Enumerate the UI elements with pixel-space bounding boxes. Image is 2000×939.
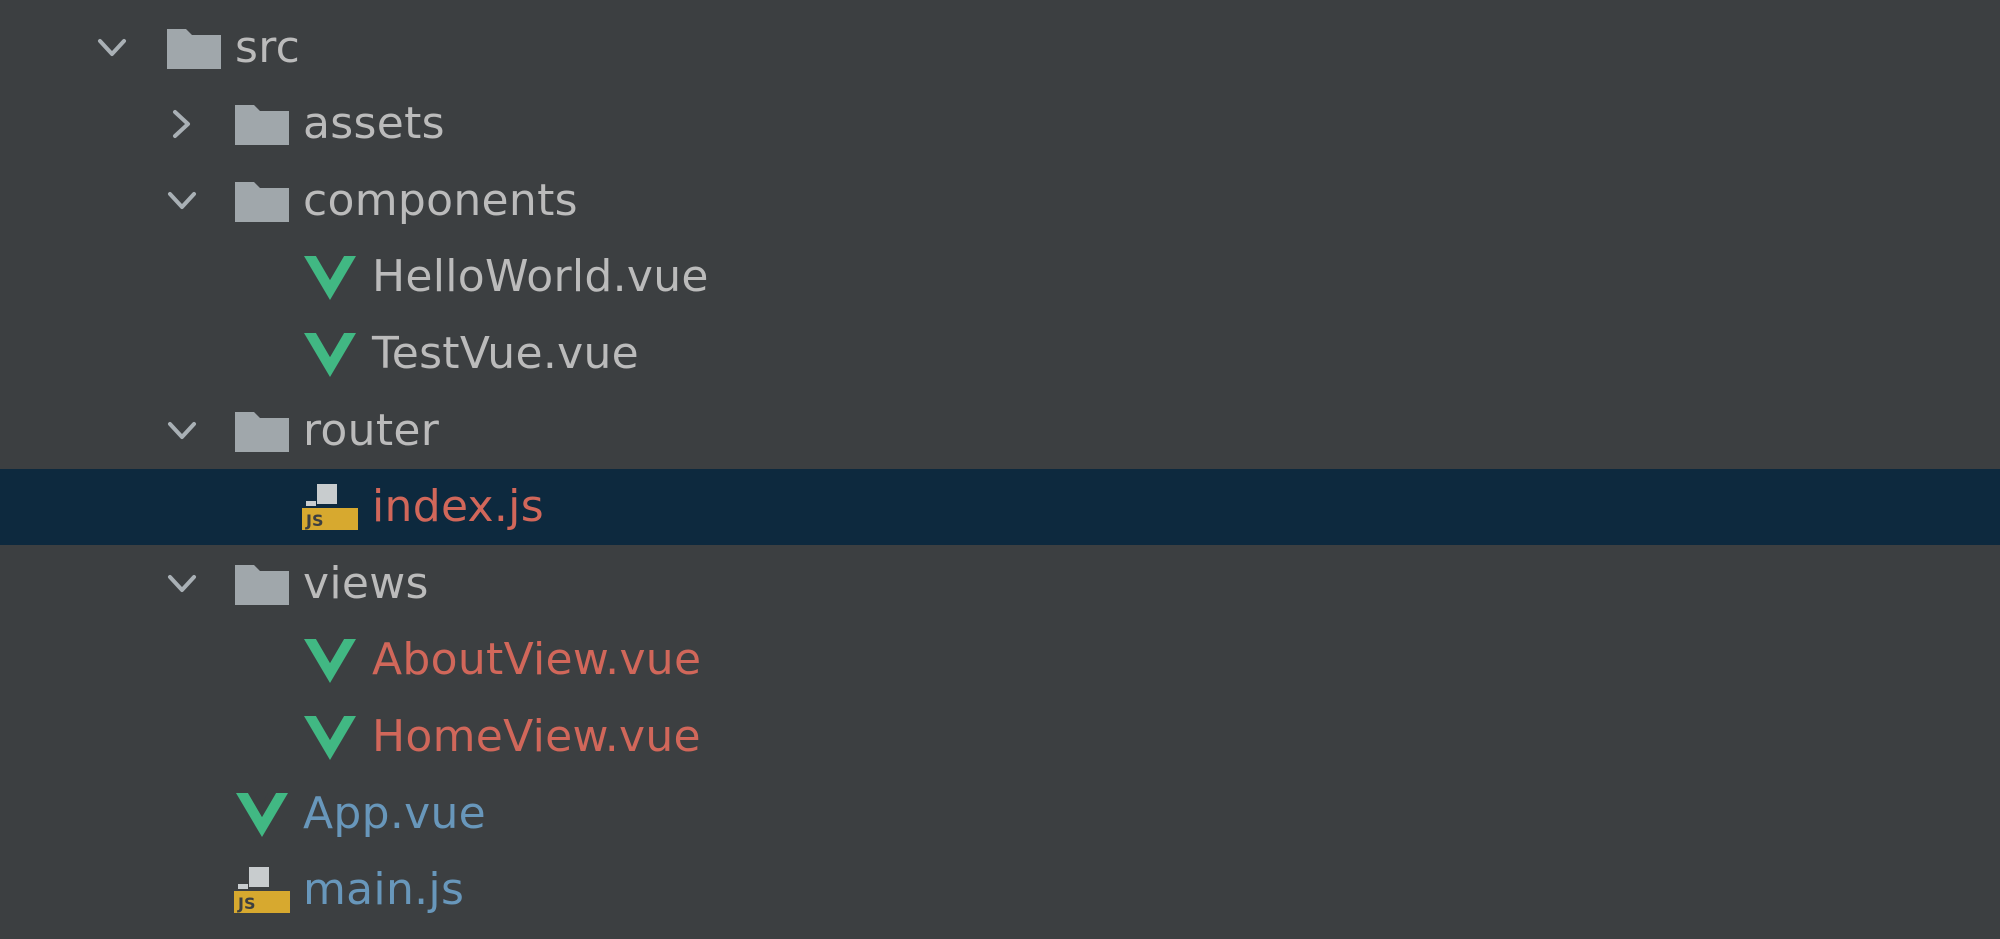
tree-row-homeview-vue[interactable]: HomeView.vue [0, 699, 2000, 775]
tree-row-label: AboutView.vue [372, 634, 702, 685]
folder-icon [235, 565, 289, 605]
svg-text:JS: JS [305, 511, 323, 530]
folder-icon [235, 182, 289, 222]
folder-icon [235, 412, 289, 452]
tree-row-label: App.vue [303, 788, 487, 839]
tree-row-label: router [303, 405, 440, 456]
tree-row-router[interactable]: router [0, 393, 2000, 469]
vue-file-icon [304, 256, 356, 300]
tree-row-label: index.js [372, 481, 544, 532]
vue-file-icon [236, 793, 288, 837]
tree-row-components[interactable]: components [0, 163, 2000, 239]
tree-row-app-vue[interactable]: App.vue [0, 776, 2000, 852]
folder-icon [167, 29, 221, 69]
vue-file-icon [304, 333, 356, 377]
tree-row-views[interactable]: views [0, 546, 2000, 622]
project-tree: src assets components HelloWorld.vue Tes… [0, 0, 2000, 939]
tree-row-label: main.js [303, 864, 465, 915]
tree-row-label: assets [303, 98, 445, 149]
tree-row-src[interactable]: src [0, 10, 2000, 86]
tree-row-aboutview-vue[interactable]: AboutView.vue [0, 622, 2000, 698]
chevron-down-icon[interactable] [162, 411, 202, 451]
chevron-right-icon[interactable] [162, 104, 202, 144]
tree-row-main-js[interactable]: JS main.js [0, 852, 2000, 928]
tree-row-helloworld-vue[interactable]: HelloWorld.vue [0, 239, 2000, 315]
tree-row-index-js[interactable]: JS index.js [0, 469, 2000, 545]
chevron-down-icon[interactable] [162, 564, 202, 604]
svg-text:JS: JS [237, 894, 255, 913]
vue-file-icon [304, 716, 356, 760]
tree-row-label: src [235, 22, 301, 73]
js-file-icon: JS [302, 484, 358, 530]
tree-row-label: TestVue.vue [372, 328, 639, 379]
js-file-icon: JS [234, 867, 290, 913]
vue-file-icon [304, 639, 356, 683]
tree-row-label: HelloWorld.vue [372, 251, 709, 302]
folder-icon [235, 105, 289, 145]
tree-row-label: components [303, 175, 578, 226]
tree-row-label: views [303, 558, 429, 609]
tree-row-label: HomeView.vue [372, 711, 701, 762]
tree-row-testvue-vue[interactable]: TestVue.vue [0, 316, 2000, 392]
chevron-down-icon[interactable] [92, 28, 132, 68]
chevron-down-icon[interactable] [162, 181, 202, 221]
tree-row-assets[interactable]: assets [0, 86, 2000, 162]
